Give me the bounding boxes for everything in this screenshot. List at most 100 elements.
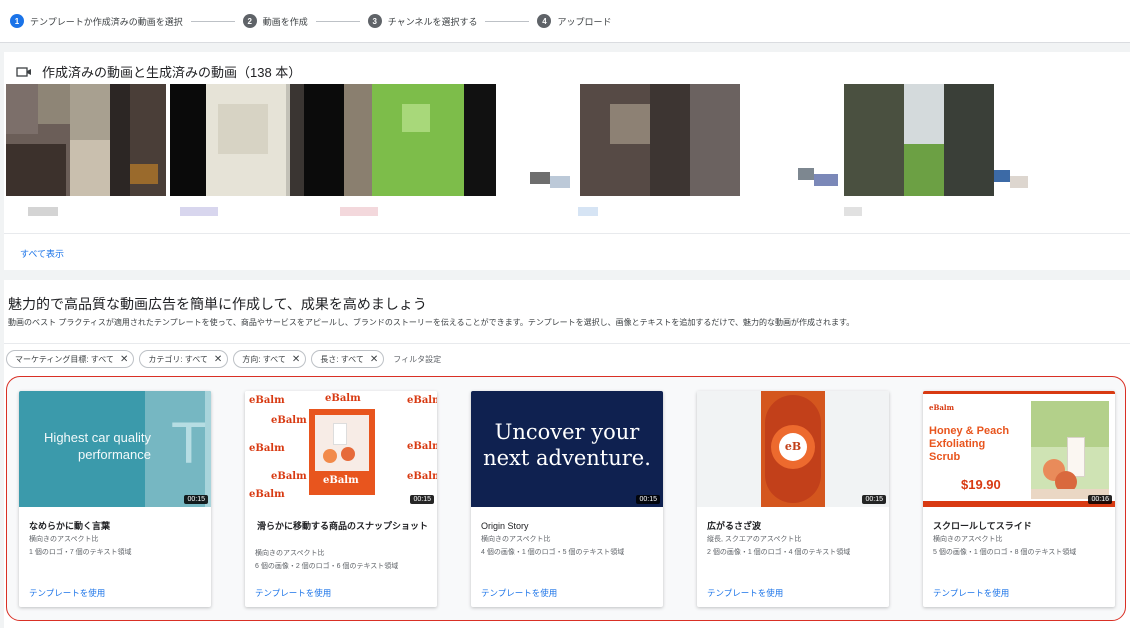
brand-logo: eBalm bbox=[325, 393, 361, 404]
filter-chip-label: 長さ: すべて bbox=[320, 354, 364, 364]
brand-logo: eBalm bbox=[271, 471, 307, 482]
step-number: 1 bbox=[10, 14, 24, 28]
video-thumbnail-3[interactable] bbox=[290, 84, 496, 196]
template-title: Origin Story bbox=[481, 521, 529, 531]
video-thumbnail-4[interactable] bbox=[530, 84, 740, 196]
template-card[interactable]: eBalm eBalm eBalm eBalm eBalm eBalm eBal… bbox=[245, 391, 437, 607]
brand-logo: eBalm bbox=[323, 475, 359, 486]
template-preview[interactable]: eB 00:15 bbox=[697, 391, 889, 507]
template-preview[interactable]: eBalm eBalm eBalm eBalm eBalm eBalm eBal… bbox=[245, 391, 437, 507]
close-icon[interactable]: ✕ bbox=[120, 354, 128, 365]
step-number: 4 bbox=[537, 14, 552, 28]
brand-logo: eBalm bbox=[407, 441, 437, 452]
videos-title: 作成済みの動画と生成済みの動画（138 本） bbox=[42, 65, 302, 80]
close-icon[interactable]: ✕ bbox=[214, 354, 222, 365]
product-frame: eBalm bbox=[309, 409, 375, 495]
use-template-button[interactable]: テンプレートを使用 bbox=[933, 587, 1009, 599]
template-assets: 4 個の画像・1 個のロゴ・5 個のテキスト領域 bbox=[481, 549, 625, 556]
templates-description: 動画のベスト プラクティスが適用されたテンプレートを使って、商品やサービスをアピ… bbox=[8, 318, 855, 327]
brand-logo: eBalm bbox=[249, 395, 285, 406]
template-assets: 5 個の画像・1 個のロゴ・8 個のテキスト領域 bbox=[933, 549, 1077, 556]
use-template-button[interactable]: テンプレートを使用 bbox=[29, 587, 105, 599]
templates-section: 魅力的で高品質な動画広告を簡単に作成して、成果を高めましょう 動画のベスト プラ… bbox=[4, 280, 1130, 628]
close-icon[interactable]: ✕ bbox=[370, 354, 378, 365]
template-cards-highlight: T Highest car quality performance 00:15 … bbox=[6, 376, 1126, 621]
step-2[interactable]: 2 動画を作成 bbox=[242, 14, 368, 28]
brand-logo: eBalm bbox=[249, 443, 285, 454]
use-template-button[interactable]: テンプレートを使用 bbox=[707, 587, 783, 599]
video-camera-icon bbox=[16, 66, 31, 77]
step-1[interactable]: 1 テンプレートか作成済みの動画を選択 bbox=[10, 14, 243, 28]
video-caption-4 bbox=[578, 207, 598, 216]
brand-logo: eB bbox=[784, 440, 802, 453]
existing-videos-panel: 作成済みの動画と生成済みの動画（138 本） すべて表示 bbox=[4, 52, 1130, 270]
video-caption-3 bbox=[340, 207, 378, 216]
use-template-button[interactable]: テンプレートを使用 bbox=[255, 587, 331, 599]
duration-badge: 00:15 bbox=[410, 495, 434, 504]
brand-logo: eBalm bbox=[271, 415, 307, 426]
video-caption-1 bbox=[28, 207, 58, 216]
template-card[interactable]: eB 00:15 広がるさざ波 縦長, スクエアのアスペクト比 2 個の画像・1… bbox=[697, 391, 889, 607]
template-card[interactable]: T Highest car quality performance 00:15 … bbox=[19, 391, 211, 607]
duration-badge: 00:15 bbox=[862, 495, 886, 504]
filter-chip-label: カテゴリ: すべて bbox=[148, 354, 208, 364]
step-number: 3 bbox=[367, 14, 382, 28]
divider bbox=[4, 233, 1130, 234]
template-preview[interactable]: T Highest car quality performance 00:15 bbox=[19, 391, 211, 507]
template-card[interactable]: Uncover your next adventure. 00:15 Origi… bbox=[471, 391, 663, 607]
duration-badge: 00:15 bbox=[636, 495, 660, 504]
video-caption-5 bbox=[844, 207, 862, 216]
template-title: 広がるさざ波 bbox=[707, 521, 762, 531]
video-thumbnail-1[interactable] bbox=[6, 84, 166, 196]
template-aspect: 縦長, スクエアのアスペクト比 bbox=[707, 536, 802, 543]
divider bbox=[4, 343, 1130, 344]
product-name: Honey & Peach Exfoliating Scrub bbox=[929, 425, 1010, 463]
template-preview[interactable]: eBalm Honey & Peach Exfoliating Scrub $1… bbox=[923, 391, 1115, 507]
brand-logo: eBalm bbox=[249, 489, 285, 500]
close-icon[interactable]: ✕ bbox=[292, 354, 300, 365]
use-template-button[interactable]: テンプレートを使用 bbox=[481, 587, 557, 599]
template-title: なめらかに動く言葉 bbox=[29, 521, 111, 531]
template-title: スクロールしてスライド bbox=[933, 521, 1032, 531]
step-connector bbox=[485, 20, 530, 22]
step-4[interactable]: 4 アップロード bbox=[537, 14, 612, 28]
template-card[interactable]: eBalm Honey & Peach Exfoliating Scrub $1… bbox=[923, 391, 1115, 607]
templates-heading: 魅力的で高品質な動画広告を簡単に作成して、成果を高めましょう bbox=[8, 296, 427, 312]
filter-chip-label: 方向: すべて bbox=[242, 354, 286, 364]
filter-settings-link[interactable]: フィルタ設定 bbox=[393, 354, 441, 365]
step-number: 2 bbox=[242, 14, 257, 28]
template-aspect: 横向きのアスペクト比 bbox=[29, 536, 99, 543]
step-label: アップロード bbox=[557, 16, 612, 27]
brand-logo: eBalm bbox=[929, 403, 954, 412]
filter-chip-orientation[interactable]: 方向: すべて ✕ bbox=[233, 350, 307, 368]
product-photo bbox=[1031, 401, 1109, 499]
step-connector bbox=[190, 20, 235, 22]
video-thumbnail-5[interactable] bbox=[798, 84, 1028, 196]
filter-bar: マーケティング目標: すべて ✕ カテゴリ: すべて ✕ 方向: すべて ✕ 長… bbox=[6, 350, 441, 368]
template-title: 滑らかに移動する商品のスナップショット bbox=[256, 521, 428, 531]
filter-chip-label: マーケティング目標: すべて bbox=[15, 354, 114, 364]
show-all-link[interactable]: すべて表示 bbox=[20, 247, 64, 260]
duration-badge: 00:15 bbox=[184, 495, 208, 504]
videos-header: 作成済みの動画と生成済みの動画（138 本） bbox=[16, 62, 301, 81]
step-3[interactable]: 3 チャンネルを選択する bbox=[367, 14, 538, 28]
decorative-letter: T bbox=[171, 411, 207, 476]
filter-chip-marketing-goal[interactable]: マーケティング目標: すべて ✕ bbox=[6, 350, 135, 368]
filter-chip-category[interactable]: カテゴリ: すべて ✕ bbox=[139, 350, 229, 368]
template-assets: 1 個のロゴ・7 個のテキスト領域 bbox=[29, 549, 132, 556]
template-aspect: 横向きのアスペクト比 bbox=[933, 536, 1003, 543]
template-assets: 2 個の画像・1 個のロゴ・4 個のテキスト領域 bbox=[707, 549, 851, 556]
step-connector bbox=[315, 20, 360, 22]
preview-text: Highest car quality performance bbox=[44, 430, 151, 462]
step-label: テンプレートか作成済みの動画を選択 bbox=[30, 16, 183, 27]
step-label: チャンネルを選択する bbox=[387, 16, 478, 27]
template-assets: 6 個の画像・2 個のロゴ・6 個のテキスト領域 bbox=[255, 563, 399, 570]
template-preview[interactable]: Uncover your next adventure. 00:15 bbox=[471, 391, 663, 507]
filter-chip-length[interactable]: 長さ: すべて ✕ bbox=[311, 350, 385, 368]
duration-badge: 00:16 bbox=[1088, 495, 1112, 504]
stepper: 1 テンプレートか作成済みの動画を選択 2 動画を作成 3 チャンネルを選択する… bbox=[0, 0, 1130, 43]
product-price: $19.90 bbox=[961, 477, 1001, 492]
video-caption-2 bbox=[180, 207, 218, 216]
brand-logo: eBalm bbox=[407, 471, 437, 482]
step-label: 動画を作成 bbox=[262, 16, 308, 27]
